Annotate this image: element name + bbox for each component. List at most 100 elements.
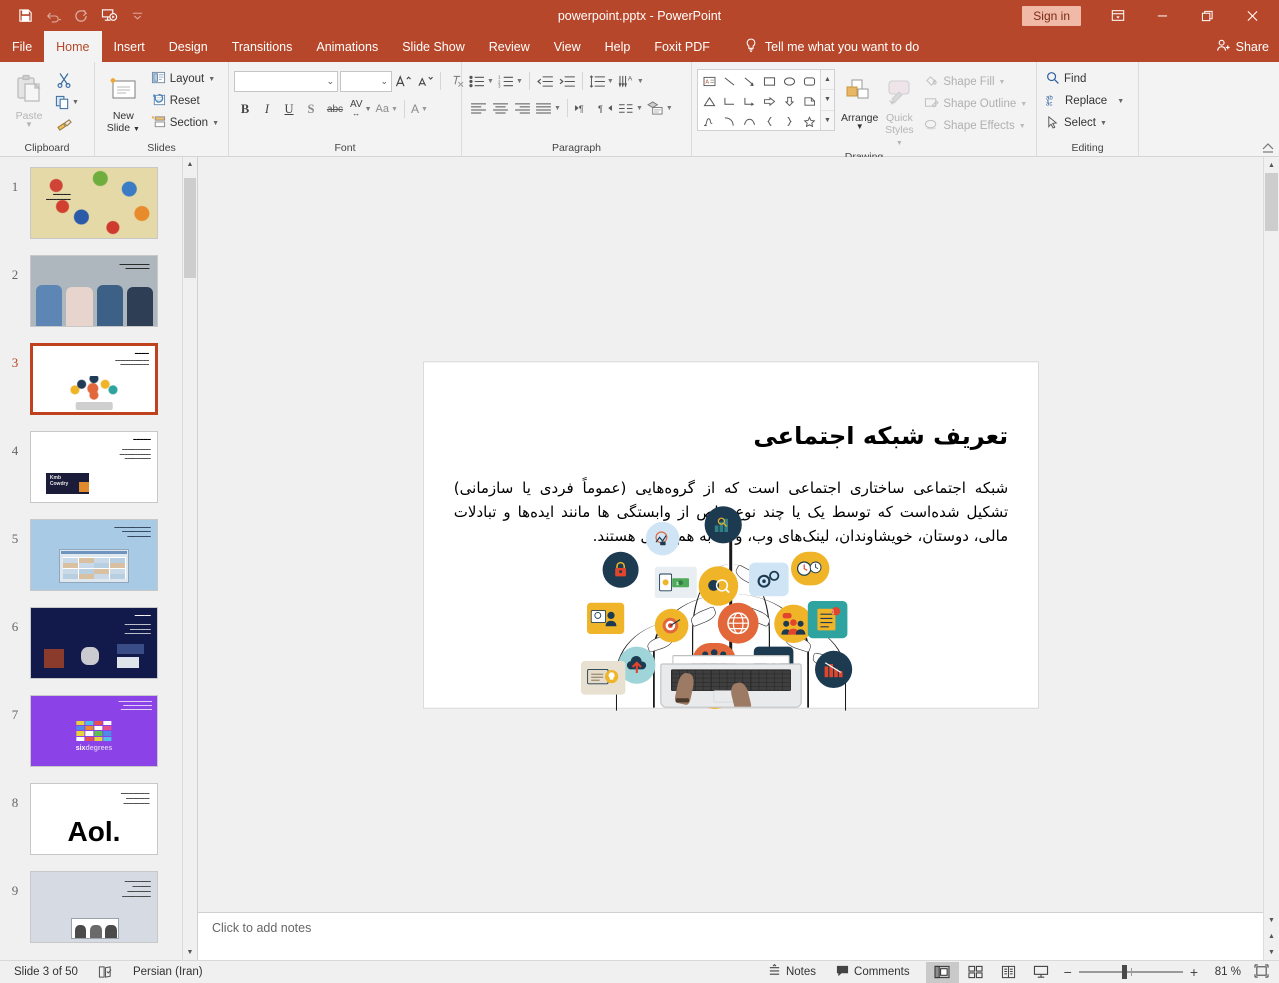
slide-editor[interactable]: تعریف شبکه اجتماعی شبکه اجتماعی ساختاری … bbox=[423, 362, 1037, 708]
shapes-scroll-up-icon[interactable]: ▲ bbox=[821, 70, 834, 90]
bullets-caret-icon[interactable]: ▼ bbox=[487, 78, 494, 85]
font-name-input[interactable]: ⌄ bbox=[234, 71, 338, 92]
copy-button[interactable]: ▼ bbox=[53, 91, 81, 113]
thumbnail-image[interactable]: ▬▬▬▬▬▬▬▬▬▬▬▬▬▬▬▬▬▬ bbox=[30, 255, 158, 327]
cut-button[interactable] bbox=[53, 69, 75, 91]
down-arrow-shape-icon[interactable] bbox=[779, 91, 799, 111]
columns-caret-icon[interactable]: ▼ bbox=[636, 105, 643, 112]
arrange-button[interactable]: Arrange ▼ bbox=[841, 69, 878, 130]
oval-shape-icon[interactable] bbox=[779, 71, 799, 91]
shapes-more-icon[interactable]: ▼ bbox=[821, 111, 834, 130]
fit-slide-to-window-button[interactable] bbox=[1254, 964, 1269, 981]
quick-styles-caret-icon[interactable]: ▼ bbox=[896, 140, 903, 147]
thumbnail-image[interactable]: ▬▬▬▬▬▬▬▬▬▬▬▬▬▬▬▬▬▬▬▬▬▬▬▬▬▬▬▬▬▬▬▬▬▬ bbox=[30, 519, 158, 591]
zoom-out-button[interactable]: − bbox=[1064, 964, 1072, 980]
ribbon-display-options-icon[interactable] bbox=[1095, 0, 1140, 31]
character-spacing-caret-icon[interactable]: ▼ bbox=[365, 106, 372, 113]
line-spacing-caret-icon[interactable]: ▼ bbox=[607, 78, 614, 85]
curve-shape-icon[interactable] bbox=[739, 111, 759, 131]
left-brace-shape-icon[interactable] bbox=[759, 111, 779, 131]
collapse-ribbon-button[interactable] bbox=[1261, 140, 1275, 154]
shape-effects-button[interactable]: Shape Effects ▼ bbox=[920, 115, 1031, 137]
thumbnail-slide-3[interactable]: 3 ▬▬▬▬ ▬▬▬▬▬▬▬▬▬▬▬▬▬▬▬▬▬▬▬▬▬▬▬▬ bbox=[0, 343, 182, 415]
align-right-button[interactable] bbox=[511, 97, 533, 119]
rectangle-shape-icon[interactable] bbox=[759, 71, 779, 91]
tab-insert[interactable]: Insert bbox=[102, 31, 157, 62]
thumbnail-scroll-thumb[interactable] bbox=[184, 178, 196, 278]
bold-button[interactable]: B bbox=[234, 98, 256, 120]
sign-in-button[interactable]: Sign in bbox=[1022, 6, 1081, 26]
customize-qat-icon[interactable] bbox=[124, 4, 150, 28]
increase-font-size-button[interactable] bbox=[392, 70, 414, 92]
layout-caret-icon[interactable]: ▼ bbox=[208, 76, 215, 83]
thumbnail-image[interactable]: ▬▬▬▬▬▬▬▬▬▬▬▬ bbox=[30, 167, 158, 239]
normal-view-button[interactable] bbox=[926, 962, 959, 983]
columns-button[interactable]: ▼ bbox=[616, 97, 645, 119]
thumbnail-scroll-down-button[interactable]: ▼ bbox=[183, 945, 197, 960]
text-direction-caret-icon[interactable]: ▼ bbox=[637, 78, 644, 85]
replace-button[interactable]: ab ac Replace ▼ bbox=[1042, 90, 1128, 112]
undo-icon[interactable] bbox=[40, 4, 66, 28]
paste-caret-icon[interactable]: ▼ bbox=[25, 122, 33, 128]
notes-pane[interactable]: Click to add notes bbox=[198, 912, 1263, 960]
change-case-button[interactable]: Aa ▼ bbox=[374, 98, 400, 120]
shape-outline-button[interactable]: Shape Outline ▼ bbox=[920, 93, 1031, 115]
shapes-gallery-scrollbar[interactable]: ▲ ▼ ▼ bbox=[820, 70, 834, 130]
find-button[interactable]: Find bbox=[1042, 68, 1090, 90]
paste-button[interactable]: Paste ▼ bbox=[5, 67, 53, 128]
start-from-beginning-icon[interactable] bbox=[96, 4, 122, 28]
star-shape-icon[interactable] bbox=[799, 111, 819, 131]
slide-title-placeholder[interactable]: تعریف شبکه اجتماعی bbox=[453, 422, 1007, 450]
spellcheck-icon[interactable] bbox=[88, 965, 123, 979]
font-color-caret-icon[interactable]: ▼ bbox=[421, 106, 428, 113]
smartart-caret-icon[interactable]: ▼ bbox=[666, 105, 673, 112]
reset-button[interactable]: Reset bbox=[147, 90, 223, 112]
elbow-connector-shape-icon[interactable] bbox=[719, 91, 739, 111]
thumbnail-image[interactable]: ▬▬▬▬▬▬▬▬▬▬▬▬▬▬▬▬▬▬▬▬▬▬▬▬▬▬▬▬▬▬▬▬▬▬▬▬▬▬▬ … bbox=[30, 695, 158, 767]
justify-button[interactable]: ▼ bbox=[533, 97, 563, 119]
line-spacing-button[interactable]: ▼ bbox=[587, 70, 616, 92]
save-icon[interactable] bbox=[12, 4, 38, 28]
close-icon[interactable] bbox=[1230, 0, 1275, 31]
bullets-button[interactable]: ▼ bbox=[467, 70, 496, 92]
text-shadow-button[interactable]: S bbox=[300, 98, 322, 120]
notes-button[interactable]: Notes bbox=[758, 964, 826, 980]
format-painter-button[interactable] bbox=[53, 113, 75, 135]
thumbnail-scroll-track[interactable] bbox=[183, 172, 197, 945]
arc-shape-icon[interactable] bbox=[719, 111, 739, 131]
right-brace-shape-icon[interactable] bbox=[779, 111, 799, 131]
slide-canvas-area[interactable]: تعریف شبکه اجتماعی شبکه اجتماعی ساختاری … bbox=[198, 157, 1263, 912]
tab-home[interactable]: Home bbox=[44, 31, 101, 62]
section-caret-icon[interactable]: ▼ bbox=[212, 120, 219, 127]
shapes-gallery[interactable]: A bbox=[697, 69, 835, 131]
restore-icon[interactable] bbox=[1185, 0, 1230, 31]
select-caret-icon[interactable]: ▼ bbox=[1100, 120, 1107, 127]
decrease-indent-button[interactable] bbox=[534, 70, 556, 92]
minimize-icon[interactable] bbox=[1140, 0, 1185, 31]
slide-sorter-view-button[interactable] bbox=[959, 962, 992, 983]
canvas-scrollbar[interactable]: ▲ ▼ ▲ ▼ bbox=[1263, 157, 1279, 960]
strikethrough-button[interactable]: abc bbox=[322, 98, 348, 120]
tab-file[interactable]: File bbox=[0, 31, 44, 62]
canvas-scroll-down-button[interactable]: ▼ bbox=[1264, 912, 1279, 928]
zoom-slider-handle[interactable] bbox=[1122, 965, 1127, 979]
copy-caret-icon[interactable]: ▼ bbox=[72, 99, 79, 106]
canvas-scroll-track[interactable] bbox=[1264, 173, 1279, 912]
shapes-scroll-down-icon[interactable]: ▼ bbox=[821, 90, 834, 110]
zoom-percentage[interactable]: 81 % bbox=[1205, 966, 1241, 978]
thumbnail-scrollbar[interactable]: ▲ ▼ bbox=[182, 157, 197, 960]
thumbnail-image[interactable]: ▬▬▬▬▬ ▬▬▬▬▬▬▬▬▬▬▬▬▬▬▬▬▬▬▬▬▬▬▬▬▬▬▬▬ bbox=[30, 607, 158, 679]
shape-fill-caret-icon[interactable]: ▼ bbox=[999, 79, 1006, 86]
redo-icon[interactable] bbox=[68, 4, 94, 28]
font-name-caret-icon[interactable]: ⌄ bbox=[326, 76, 334, 87]
new-slide-button[interactable]: New Slide ▼ bbox=[100, 67, 147, 136]
arrange-caret-icon[interactable]: ▼ bbox=[856, 124, 864, 130]
thumbnail-slide-1[interactable]: 1 ▬▬▬▬▬▬▬▬▬▬▬▬ bbox=[0, 167, 182, 239]
flowchart-shape-icon[interactable] bbox=[799, 91, 819, 111]
new-slide-caret-icon[interactable]: ▼ bbox=[133, 126, 140, 133]
thumbnail-slide-2[interactable]: 2 ▬▬▬▬▬▬▬▬▬▬▬▬▬▬▬▬▬▬ bbox=[0, 255, 182, 327]
shape-outline-caret-icon[interactable]: ▼ bbox=[1020, 101, 1027, 108]
tab-design[interactable]: Design bbox=[157, 31, 220, 62]
layout-button[interactable]: Layout ▼ bbox=[147, 68, 223, 90]
convert-to-smartart-button[interactable]: ▼ bbox=[645, 97, 675, 119]
